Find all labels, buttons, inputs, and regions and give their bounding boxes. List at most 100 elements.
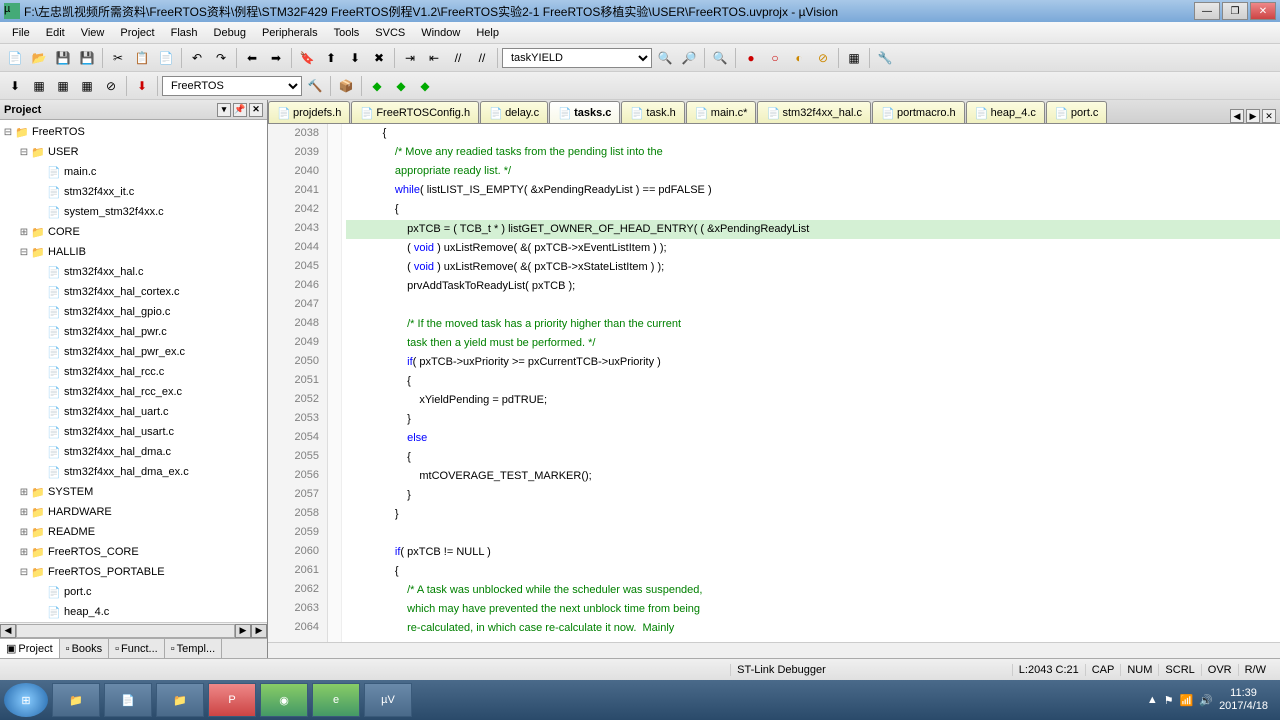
manage-button[interactable]: 📦 [335,75,357,97]
paste-button[interactable]: 📄 [155,47,177,69]
find-in-files-button[interactable]: 🔎 [678,47,700,69]
taskbar-clock[interactable]: 11:39 2017/4/18 [1219,687,1268,713]
pack-installer-button[interactable]: ◆ [366,75,388,97]
file-tab[interactable]: 📄projdefs.h [268,101,350,123]
tree-toggle-icon[interactable]: ⊞ [18,547,30,558]
code-editor[interactable]: 2038203920402041204220432044204520462047… [268,124,1280,642]
redo-button[interactable]: ↷ [210,47,232,69]
select-packs-button[interactable]: ◆ [414,75,436,97]
save-button[interactable]: 💾 [52,47,74,69]
find-button[interactable]: 🔍 [654,47,676,69]
download-button[interactable]: ⬇ [131,75,153,97]
tree-toggle-icon[interactable]: ⊞ [18,527,30,538]
menu-project[interactable]: Project [112,25,162,41]
target-options-button[interactable]: 🔨 [304,75,326,97]
tray-volume-icon[interactable]: 🔊 [1199,694,1213,707]
breakpoint-kill-button[interactable]: ⊘ [812,47,834,69]
taskbar-app-2[interactable]: 📄 [104,683,152,717]
panel-dropdown-button[interactable]: ▾ [217,103,231,117]
maximize-button[interactable]: ❐ [1222,2,1248,20]
taskbar-app-4[interactable]: P [208,683,256,717]
tree-file[interactable]: 📄stm32f4xx_hal_usart.c [2,422,265,442]
file-tab[interactable]: 📄FreeRTOSConfig.h [351,101,479,123]
uncomment-button[interactable]: // [471,47,493,69]
file-tab[interactable]: 📄delay.c [480,101,548,123]
build-button[interactable]: ▦ [28,75,50,97]
file-tab[interactable]: 📄main.c* [686,101,757,123]
save-all-button[interactable]: 💾 [76,47,98,69]
file-tab[interactable]: 📄stm32f4xx_hal.c [757,101,870,123]
project-tree[interactable]: ⊟📁FreeRTOS⊟📁USER📄main.c📄stm32f4xx_it.c📄s… [0,120,267,622]
file-tab[interactable]: 📄heap_4.c [966,101,1045,123]
taskbar-app-3[interactable]: 📁 [156,683,204,717]
scroll-right-button[interactable]: ▶ [235,624,251,638]
tray-flag-icon[interactable]: ⚑ [1164,694,1174,707]
breakpoint-button[interactable]: ● [740,47,762,69]
tree-file[interactable]: 📄stm32f4xx_hal_rcc_ex.c [2,382,265,402]
window-layout-button[interactable]: ▦ [843,47,865,69]
tree-toggle-icon[interactable]: ⊟ [18,247,30,258]
stop-build-button[interactable]: ⊘ [100,75,122,97]
target-combo[interactable]: FreeRTOS [162,76,302,96]
debug-button[interactable]: 🔍 [709,47,731,69]
tree-toggle-icon[interactable]: ⊟ [18,147,30,158]
tree-toggle-icon[interactable]: ⊟ [2,127,14,138]
file-tab[interactable]: 📄port.c [1046,101,1108,123]
tree-toggle-icon[interactable]: ⊞ [18,507,30,518]
tree-folder[interactable]: ⊟📁USER [2,142,265,162]
manage-rte-button[interactable]: ◆ [390,75,412,97]
panel-tab-project[interactable]: ▣Project [0,639,60,658]
breakpoint-enable-button[interactable]: ○ [764,47,786,69]
panel-pin-button[interactable]: 📌 [233,103,247,117]
tree-folder[interactable]: ⊞📁README [2,522,265,542]
menu-debug[interactable]: Debug [206,25,254,41]
tree-file[interactable]: 📄stm32f4xx_hal_dma_ex.c [2,462,265,482]
tree-toggle-icon[interactable]: ⊞ [18,487,30,498]
rebuild-button[interactable]: ▦ [52,75,74,97]
panel-close-button[interactable]: ✕ [249,103,263,117]
minimize-button[interactable]: — [1194,2,1220,20]
tree-folder[interactable]: ⊞📁HARDWARE [2,502,265,522]
code-content[interactable]: { /* Move any readied tasks from the pen… [342,124,1280,642]
bookmark-next-button[interactable]: ⬇ [344,47,366,69]
new-file-button[interactable]: 📄 [4,47,26,69]
system-tray[interactable]: ▲ ⚑ 📶 🔊 11:39 2017/4/18 [1147,687,1276,713]
panel-tab-templ[interactable]: ▫Templ... [165,639,222,658]
panel-tab-funct[interactable]: ▫Funct... [109,639,165,658]
start-button[interactable]: ⊞ [4,683,48,717]
close-button[interactable]: ✕ [1250,2,1276,20]
menu-flash[interactable]: Flash [163,25,206,41]
nav-back-button[interactable]: ⬅ [241,47,263,69]
tree-file[interactable]: 📄port.c [2,582,265,602]
taskbar-app-7[interactable]: µV [364,683,412,717]
tree-file[interactable]: 📄stm32f4xx_hal_pwr.c [2,322,265,342]
editor-hscrollbar[interactable] [268,642,1280,658]
batch-build-button[interactable]: ▦ [76,75,98,97]
tree-file[interactable]: 📄stm32f4xx_hal_pwr_ex.c [2,342,265,362]
menu-help[interactable]: Help [468,25,507,41]
translate-button[interactable]: ⬇ [4,75,26,97]
menu-edit[interactable]: Edit [38,25,73,41]
tree-file[interactable]: 📄main.c [2,162,265,182]
scroll-right2-button[interactable]: ▶ [251,624,267,638]
outdent-button[interactable]: ⇤ [423,47,445,69]
indent-button[interactable]: ⇥ [399,47,421,69]
tray-network-icon[interactable]: 📶 [1180,694,1194,707]
configure-button[interactable]: 🔧 [874,47,896,69]
tree-folder[interactable]: ⊟📁FreeRTOS [2,122,265,142]
comment-button[interactable]: // [447,47,469,69]
tabs-close-button[interactable]: ✕ [1262,109,1276,123]
tabs-left-button[interactable]: ◀ [1230,109,1244,123]
panel-tab-books[interactable]: ▫Books [60,639,109,658]
tree-file[interactable]: 📄stm32f4xx_hal_uart.c [2,402,265,422]
tree-hscrollbar[interactable]: ◀ ▶ ▶ [0,622,267,638]
tree-folder[interactable]: ⊞📁CORE [2,222,265,242]
tree-file[interactable]: 📄stm32f4xx_hal_dma.c [2,442,265,462]
fold-column[interactable] [328,124,342,642]
cut-button[interactable]: ✂ [107,47,129,69]
find-combo[interactable]: taskYIELD [502,48,652,68]
tree-file[interactable]: 📄stm32f4xx_hal_rcc.c [2,362,265,382]
tree-file[interactable]: 📄stm32f4xx_hal.c [2,262,265,282]
bookmark-button[interactable]: 🔖 [296,47,318,69]
tree-folder[interactable]: ⊟📁FreeRTOS_PORTABLE [2,562,265,582]
